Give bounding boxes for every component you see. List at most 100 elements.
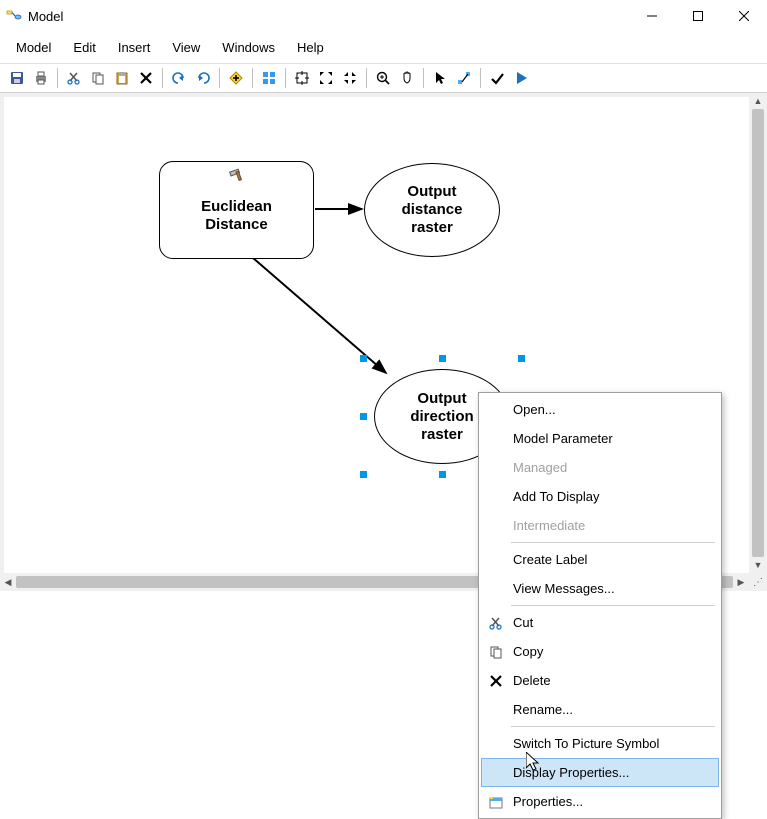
full-extent-icon[interactable] bbox=[291, 67, 313, 89]
context-menu-item[interactable]: Create Label bbox=[481, 545, 719, 574]
blank-icon bbox=[485, 487, 507, 507]
delete-icon[interactable] bbox=[135, 67, 157, 89]
context-menu-label: Intermediate bbox=[513, 518, 585, 533]
paste-icon[interactable] bbox=[111, 67, 133, 89]
output-node-distance-raster[interactable]: Output distance raster bbox=[364, 163, 500, 257]
context-menu-label: Display Properties... bbox=[513, 765, 629, 780]
blank-icon bbox=[485, 516, 507, 536]
app-icon bbox=[6, 8, 22, 24]
context-menu-label: Open... bbox=[513, 402, 556, 417]
hammer-icon bbox=[228, 166, 246, 188]
node-label: Output bbox=[410, 390, 473, 408]
menu-insert[interactable]: Insert bbox=[108, 36, 161, 59]
context-menu-label: View Messages... bbox=[513, 581, 615, 596]
node-label: raster bbox=[410, 426, 473, 444]
zoom-out-fixed-icon[interactable] bbox=[339, 67, 361, 89]
tool-node-euclidean-distance[interactable]: Euclidean Distance bbox=[159, 161, 314, 259]
blank-icon bbox=[485, 763, 507, 783]
scroll-up-icon[interactable]: ▲ bbox=[750, 93, 766, 109]
vertical-scrollbar[interactable]: ▲ ▼ bbox=[749, 93, 767, 573]
node-label: raster bbox=[402, 219, 463, 237]
window-controls bbox=[629, 0, 767, 32]
blank-icon bbox=[485, 579, 507, 599]
selection-handle[interactable] bbox=[360, 471, 367, 478]
context-menu-separator bbox=[511, 605, 715, 606]
run-icon[interactable] bbox=[510, 67, 532, 89]
separator bbox=[219, 68, 220, 88]
zoom-in-fixed-icon[interactable] bbox=[315, 67, 337, 89]
scroll-corner: ⋰ bbox=[749, 573, 767, 591]
delete-icon bbox=[485, 671, 507, 691]
scroll-right-icon[interactable]: ▶ bbox=[733, 574, 749, 590]
context-menu-label: Copy bbox=[513, 644, 543, 659]
blank-icon bbox=[485, 734, 507, 754]
context-menu-item[interactable]: Switch To Picture Symbol bbox=[481, 729, 719, 758]
zoom-icon[interactable] bbox=[372, 67, 394, 89]
context-menu-item[interactable]: Model Parameter bbox=[481, 424, 719, 453]
blank-icon bbox=[485, 400, 507, 420]
menu-view[interactable]: View bbox=[162, 36, 210, 59]
context-menu-item: Intermediate bbox=[481, 511, 719, 540]
close-button[interactable] bbox=[721, 0, 767, 32]
pan-icon[interactable] bbox=[396, 67, 418, 89]
context-menu-item[interactable]: View Messages... bbox=[481, 574, 719, 603]
context-menu-item[interactable]: Rename... bbox=[481, 695, 719, 724]
copy-icon[interactable] bbox=[87, 67, 109, 89]
add-data-icon[interactable] bbox=[225, 67, 247, 89]
context-menu-item[interactable]: Delete bbox=[481, 666, 719, 695]
cut-icon[interactable] bbox=[63, 67, 85, 89]
context-menu-separator bbox=[511, 726, 715, 727]
context-menu-item[interactable]: Display Properties... bbox=[481, 758, 719, 787]
context-menu-item: Managed bbox=[481, 453, 719, 482]
window-title: Model bbox=[28, 9, 629, 24]
separator bbox=[366, 68, 367, 88]
blank-icon bbox=[485, 429, 507, 449]
context-menu-label: Add To Display bbox=[513, 489, 599, 504]
menu-windows[interactable]: Windows bbox=[212, 36, 285, 59]
scroll-down-icon[interactable]: ▼ bbox=[750, 557, 766, 573]
select-icon[interactable] bbox=[429, 67, 451, 89]
selection-handle[interactable] bbox=[360, 355, 367, 362]
context-menu-item[interactable]: Add To Display bbox=[481, 482, 719, 511]
minimize-button[interactable] bbox=[629, 0, 675, 32]
context-menu-separator bbox=[511, 542, 715, 543]
menu-model[interactable]: Model bbox=[6, 36, 61, 59]
save-icon[interactable] bbox=[6, 67, 28, 89]
menubar: Model Edit Insert View Windows Help bbox=[0, 32, 767, 63]
context-menu-label: Delete bbox=[513, 673, 551, 688]
redo-icon[interactable] bbox=[192, 67, 214, 89]
context-menu-item[interactable]: Copy bbox=[481, 637, 719, 666]
context-menu-item[interactable]: Open... bbox=[481, 395, 719, 424]
node-label: direction bbox=[410, 408, 473, 426]
toolbar bbox=[0, 63, 767, 93]
context-menu-label: Managed bbox=[513, 460, 567, 475]
selection-handle[interactable] bbox=[439, 355, 446, 362]
separator bbox=[252, 68, 253, 88]
validate-icon[interactable] bbox=[486, 67, 508, 89]
node-label: Euclidean bbox=[201, 198, 272, 216]
blank-icon bbox=[485, 550, 507, 570]
print-icon[interactable] bbox=[30, 67, 52, 89]
separator bbox=[57, 68, 58, 88]
undo-icon[interactable] bbox=[168, 67, 190, 89]
menu-help[interactable]: Help bbox=[287, 36, 334, 59]
maximize-button[interactable] bbox=[675, 0, 721, 32]
separator bbox=[162, 68, 163, 88]
node-label: distance bbox=[402, 201, 463, 219]
copy-icon bbox=[485, 642, 507, 662]
context-menu-item[interactable]: Cut bbox=[481, 608, 719, 637]
menu-edit[interactable]: Edit bbox=[63, 36, 105, 59]
context-menu: Open... Model Parameter Managed Add To Disp… bbox=[478, 392, 722, 819]
context-menu-label: Create Label bbox=[513, 552, 587, 567]
auto-layout-icon[interactable] bbox=[258, 67, 280, 89]
separator bbox=[423, 68, 424, 88]
scroll-left-icon[interactable]: ◀ bbox=[0, 574, 16, 590]
connect-icon[interactable] bbox=[453, 67, 475, 89]
titlebar: Model bbox=[0, 0, 767, 32]
selection-handle[interactable] bbox=[360, 413, 367, 420]
selection-handle[interactable] bbox=[439, 471, 446, 478]
scroll-thumb[interactable] bbox=[752, 109, 764, 557]
selection-handle[interactable] bbox=[518, 355, 525, 362]
node-label: Output bbox=[402, 183, 463, 201]
separator bbox=[285, 68, 286, 88]
